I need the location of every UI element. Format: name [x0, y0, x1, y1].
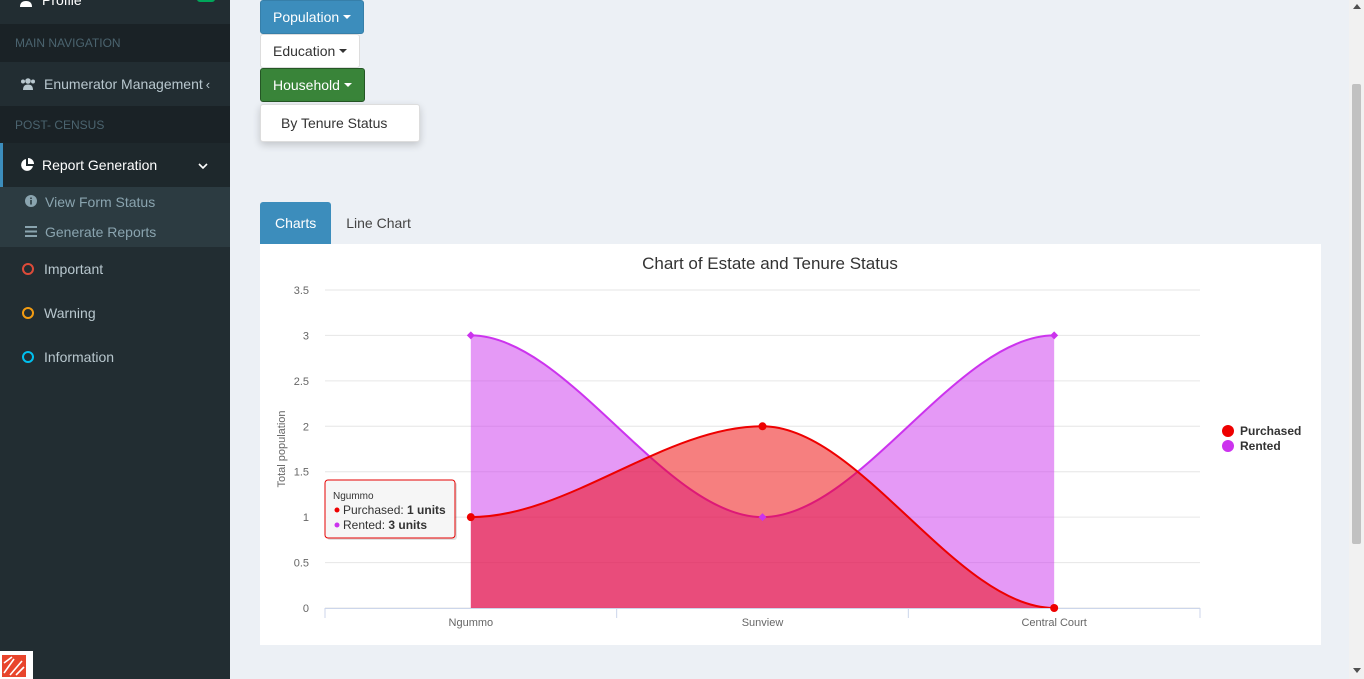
sidebar-item-profile[interactable]: Profile 0 [0, 0, 230, 12]
scroll-down-arrow-icon[interactable] [1353, 668, 1361, 673]
list-icon [25, 224, 37, 240]
report-submenu: View Form Status Generate Reports [0, 187, 230, 247]
tooltip-line: Purchased: 1 units [343, 503, 446, 517]
info-circle-icon [25, 194, 37, 210]
sidebar-item-important[interactable]: Important [0, 247, 230, 291]
app-logo-icon [0, 651, 33, 679]
tab-line-chart[interactable]: Line Chart [331, 202, 426, 244]
sidebar-subitem-label: Generate Reports [45, 224, 157, 240]
y-tick-label: 3.5 [294, 285, 309, 297]
x-tick-label: Sunview [742, 617, 784, 629]
y-tick-label: 0 [303, 603, 309, 615]
button-label: Education [273, 43, 336, 59]
household-dropdown-menu: By Tenure Status [260, 104, 420, 142]
chevron-left-icon: ‹ [205, 76, 211, 92]
user-icon [20, 0, 34, 7]
tooltip-marker [334, 507, 340, 513]
data-point [466, 513, 475, 522]
chevron-down-icon [198, 158, 208, 173]
x-tick-label: Ngummo [449, 617, 494, 629]
button-label: Population [273, 9, 340, 25]
sidebar-item-enumerator-management[interactable]: Enumerator Management ‹ [0, 62, 230, 106]
page-scrollbar[interactable] [1349, 0, 1364, 679]
tab-charts[interactable]: Charts [260, 202, 332, 244]
sidebar-subitem-label: View Form Status [45, 194, 156, 210]
y-axis-label: Total population [276, 410, 288, 487]
x-tick-label: Central Court [1021, 617, 1086, 629]
sidebar-item-information[interactable]: Information [0, 335, 230, 379]
circle-icon [22, 351, 34, 363]
tooltip-category: Ngummo [333, 491, 374, 502]
sidebar: Profile 0 MAIN NAVIGATION Enumerator Man… [0, 0, 230, 679]
sidebar-subitem-view-form-status[interactable]: View Form Status [0, 187, 230, 217]
data-point [758, 422, 767, 431]
y-tick-label: 0.5 [294, 558, 309, 570]
section-header-post-census: POST- CENSUS [0, 106, 230, 144]
tooltip-marker [334, 522, 340, 528]
legend-marker [1222, 425, 1234, 437]
caret-down-icon [343, 83, 352, 87]
chart-tooltip: NgummoPurchased: 1 unitsRented: 3 units [324, 479, 457, 540]
data-point [1050, 604, 1059, 612]
sidebar-item-label: Warning [44, 305, 96, 321]
series-areas [470, 334, 1055, 609]
legend-label: Purchased [1240, 424, 1301, 438]
y-tick-label: 3 [303, 330, 309, 342]
sidebar-item-label: Report Generation [42, 157, 158, 173]
y-tick-label: 2 [303, 421, 309, 433]
chart-tabs: Charts Line Chart [260, 202, 426, 244]
caret-down-icon [339, 49, 348, 53]
y-tick-label: 1.5 [294, 467, 309, 479]
chart-title: Chart of Estate and Tenure Status [642, 254, 898, 273]
chart-legend: PurchasedRented [1222, 424, 1301, 453]
sidebar-item-label: Enumerator Management [44, 76, 203, 92]
population-dropdown-button[interactable]: Population [260, 0, 365, 34]
sidebar-item-report-generation[interactable]: Report Generation [0, 143, 230, 187]
circle-icon [22, 307, 34, 319]
legend-marker [1222, 440, 1234, 452]
y-tick-label: 1 [303, 512, 309, 524]
area-chart: 0 0.5 1 1.5 2 2.5 3 3.5 Ngummo Sunview Central Cou… [276, 254, 1301, 629]
caret-down-icon [343, 15, 352, 19]
pie-chart-icon [20, 158, 34, 172]
section-header-main: MAIN NAVIGATION [0, 24, 230, 62]
education-dropdown-button[interactable]: Education [260, 34, 361, 68]
y-tick-label: 2.5 [294, 376, 309, 388]
sidebar-item-label: Profile [42, 0, 82, 8]
circle-icon [22, 263, 34, 275]
tooltip-line: Rented: 3 units [343, 518, 427, 532]
chart-container: 0 0.5 1 1.5 2 2.5 3 3.5 Ngummo Sunview Central Cou… [260, 244, 1321, 645]
legend-label: Rented [1240, 439, 1281, 453]
scrollbar-thumb[interactable] [1352, 84, 1361, 544]
sidebar-item-warning[interactable]: Warning [0, 291, 230, 335]
notification-badge: 0 [196, 0, 215, 2]
sidebar-subitem-generate-reports[interactable]: Generate Reports [0, 217, 230, 247]
users-icon [20, 77, 36, 91]
dropdown-item-by-tenure-status[interactable]: By Tenure Status [261, 105, 419, 142]
scroll-up-arrow-icon[interactable] [1353, 4, 1361, 9]
sidebar-item-label: Information [44, 349, 115, 365]
household-dropdown-button[interactable]: Household [260, 68, 365, 102]
sidebar-item-label: Important [44, 261, 104, 277]
button-label: Household [273, 77, 340, 93]
